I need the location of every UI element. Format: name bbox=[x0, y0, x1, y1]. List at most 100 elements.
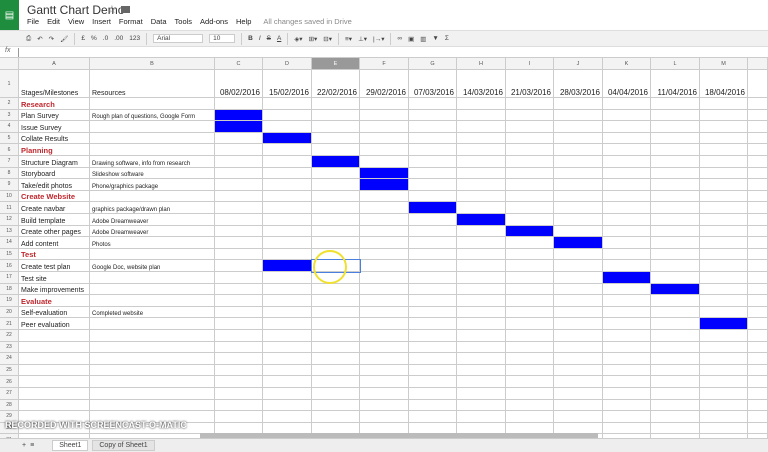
cell[interactable] bbox=[603, 98, 651, 110]
gantt-bar[interactable] bbox=[457, 214, 506, 226]
comment-icon[interactable]: ▣ bbox=[408, 35, 414, 43]
cell[interactable] bbox=[263, 341, 312, 354]
date-header[interactable]: 04/04/2016 bbox=[603, 70, 651, 98]
cell[interactable] bbox=[457, 237, 506, 249]
cell[interactable] bbox=[215, 202, 263, 214]
cell[interactable] bbox=[554, 388, 603, 400]
column-header-d[interactable]: D bbox=[263, 58, 312, 70]
cell[interactable] bbox=[215, 283, 263, 296]
cell[interactable] bbox=[748, 260, 768, 272]
cell[interactable] bbox=[651, 132, 700, 145]
cell[interactable] bbox=[554, 156, 603, 168]
cell[interactable] bbox=[360, 190, 409, 203]
resources-cell[interactable] bbox=[90, 248, 215, 261]
cell[interactable] bbox=[651, 167, 700, 180]
cell[interactable] bbox=[700, 156, 748, 168]
cell[interactable] bbox=[409, 121, 457, 133]
cell[interactable] bbox=[603, 225, 651, 238]
cell[interactable] bbox=[409, 399, 457, 412]
resources-cell[interactable] bbox=[90, 318, 215, 330]
cell[interactable] bbox=[651, 422, 700, 435]
cell[interactable] bbox=[651, 330, 700, 342]
cell[interactable] bbox=[554, 353, 603, 365]
cell[interactable] bbox=[312, 132, 360, 145]
row-header[interactable]: 17 bbox=[0, 272, 19, 284]
cell[interactable] bbox=[409, 144, 457, 156]
cell[interactable] bbox=[90, 341, 215, 354]
cell[interactable] bbox=[19, 353, 90, 365]
cell[interactable] bbox=[506, 388, 554, 400]
cell[interactable] bbox=[457, 306, 506, 319]
cell[interactable] bbox=[409, 179, 457, 191]
gantt-bar[interactable] bbox=[700, 318, 748, 330]
paint-format-icon[interactable]: 🖌 bbox=[60, 35, 68, 43]
resources-cell[interactable] bbox=[90, 283, 215, 296]
cell[interactable] bbox=[651, 179, 700, 191]
row-header[interactable]: 20 bbox=[0, 306, 19, 319]
row-header[interactable]: 11 bbox=[0, 202, 19, 214]
cell[interactable] bbox=[312, 283, 360, 296]
cell[interactable] bbox=[409, 376, 457, 388]
cell[interactable] bbox=[651, 341, 700, 354]
merge-cells-icon[interactable]: ⊟▾ bbox=[323, 35, 332, 43]
cell[interactable] bbox=[263, 202, 312, 214]
cell[interactable] bbox=[457, 179, 506, 191]
gantt-bar[interactable] bbox=[506, 225, 554, 238]
cell[interactable] bbox=[263, 98, 312, 110]
date-header[interactable]: 21/03/2016 bbox=[506, 70, 554, 98]
cell[interactable] bbox=[215, 376, 263, 388]
cell[interactable] bbox=[360, 132, 409, 145]
align-horizontal-icon[interactable]: ≡▾ bbox=[345, 35, 352, 43]
cell[interactable] bbox=[603, 411, 651, 423]
cell[interactable] bbox=[457, 167, 506, 180]
stage-cell[interactable]: Issue Survey bbox=[19, 121, 90, 133]
date-header[interactable]: 29/02/2016 bbox=[360, 70, 409, 98]
cell[interactable] bbox=[700, 260, 748, 272]
cell[interactable] bbox=[312, 167, 360, 180]
cell[interactable] bbox=[457, 330, 506, 342]
resources-cell[interactable] bbox=[90, 121, 215, 133]
cell[interactable] bbox=[215, 341, 263, 354]
cell[interactable] bbox=[409, 353, 457, 365]
cell[interactable] bbox=[506, 214, 554, 226]
cell[interactable] bbox=[457, 156, 506, 168]
cell[interactable] bbox=[409, 283, 457, 296]
resources-cell[interactable]: graphics package/drawn plan bbox=[90, 202, 215, 214]
cell[interactable] bbox=[457, 98, 506, 110]
gantt-bar[interactable] bbox=[360, 167, 409, 180]
cell[interactable] bbox=[506, 318, 554, 330]
stage-cell[interactable]: Test bbox=[19, 248, 90, 261]
date-header[interactable]: 08/02/2016 bbox=[215, 70, 263, 98]
cell[interactable] bbox=[603, 341, 651, 354]
cell[interactable] bbox=[263, 388, 312, 400]
cell[interactable] bbox=[360, 225, 409, 238]
cell[interactable] bbox=[312, 306, 360, 319]
cell[interactable] bbox=[603, 422, 651, 435]
cell[interactable] bbox=[506, 306, 554, 319]
cell[interactable] bbox=[603, 330, 651, 342]
cell[interactable] bbox=[700, 341, 748, 354]
cell[interactable] bbox=[748, 214, 768, 226]
cell[interactable] bbox=[700, 202, 748, 214]
cell[interactable] bbox=[215, 260, 263, 272]
stage-cell[interactable]: Create Website bbox=[19, 190, 90, 203]
cell[interactable] bbox=[554, 121, 603, 133]
cell[interactable] bbox=[748, 109, 768, 122]
cell[interactable] bbox=[90, 376, 215, 388]
cell[interactable] bbox=[312, 388, 360, 400]
cell[interactable] bbox=[360, 260, 409, 272]
cell-b1[interactable]: Resources bbox=[90, 70, 215, 98]
stage-cell[interactable]: Structure Diagram bbox=[19, 156, 90, 168]
cell[interactable] bbox=[603, 109, 651, 122]
cell[interactable] bbox=[409, 237, 457, 249]
gantt-bar[interactable] bbox=[603, 272, 651, 284]
stage-cell[interactable]: Research bbox=[19, 98, 90, 110]
cell[interactable] bbox=[700, 399, 748, 412]
cell[interactable] bbox=[263, 330, 312, 342]
cell[interactable] bbox=[748, 376, 768, 388]
cell[interactable] bbox=[700, 422, 748, 435]
cell[interactable] bbox=[748, 98, 768, 110]
cell[interactable] bbox=[603, 248, 651, 261]
cell[interactable] bbox=[651, 98, 700, 110]
cell[interactable] bbox=[554, 98, 603, 110]
